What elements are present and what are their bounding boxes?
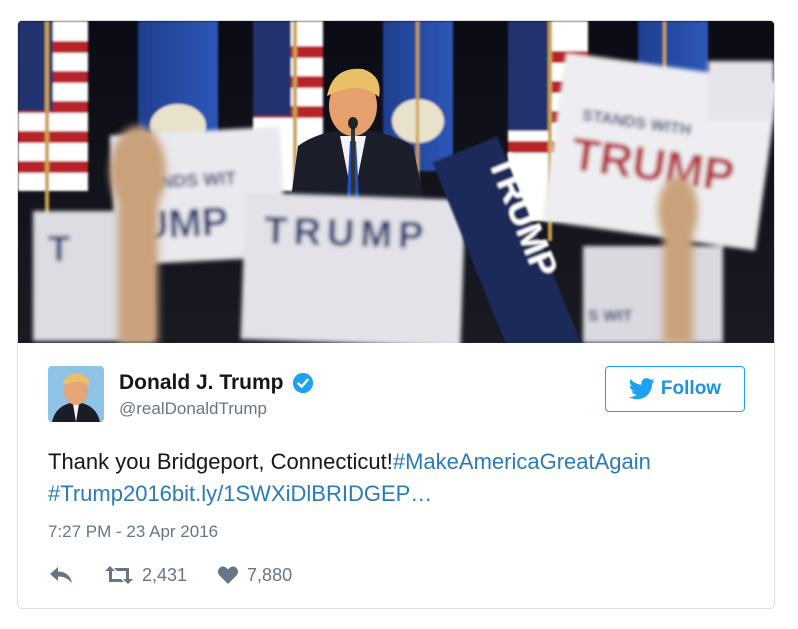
reply-button[interactable] (48, 565, 74, 585)
display-name[interactable]: Donald J. Trump (119, 370, 284, 396)
tweet-body: Thank you Bridgeport, Connecticut! (48, 449, 393, 474)
tweet-photo[interactable]: ANDS WIT UMP T TRUMP STANDS WITH TRUMP S… (18, 21, 774, 343)
retweet-icon (105, 566, 133, 584)
url-link[interactable]: bit.ly/1SWXiDlBRIDGEP… (172, 481, 432, 506)
sign-text: S WIT (588, 308, 633, 325)
reply-icon (50, 567, 72, 583)
verified-badge-icon (292, 372, 313, 394)
tweet-text: Thank you Bridgeport, Connecticut!#MakeA… (48, 446, 758, 510)
name-row: Donald J. Trump (119, 370, 314, 396)
like-count: 7,880 (247, 564, 293, 585)
user-handle[interactable]: @realDonaldTrump (119, 398, 267, 420)
timestamp[interactable]: 7:27 PM - 23 Apr 2016 (48, 521, 218, 543)
retweet-button[interactable]: 2,431 (104, 565, 187, 586)
retweet-count: 2,431 (142, 564, 188, 585)
tweet-card: ANDS WIT UMP T TRUMP STANDS WITH TRUMP S… (17, 20, 775, 609)
twitter-bird-icon (628, 378, 655, 400)
rally-photo-image: ANDS WIT UMP T TRUMP STANDS WITH TRUMP S… (18, 21, 774, 343)
follow-label: Follow (660, 378, 722, 399)
like-button[interactable]: 7,880 (217, 565, 292, 586)
tweet-actions: 2,431 7,880 (48, 563, 292, 587)
heart-icon (217, 566, 239, 584)
hashtag-link[interactable]: #Trump2016 (48, 481, 172, 506)
avatar[interactable] (48, 366, 104, 422)
hashtag-link[interactable]: #MakeAmericaGreatAgain (393, 449, 651, 474)
follow-button[interactable]: Follow (605, 366, 745, 412)
svg-text:T: T (48, 228, 70, 269)
avatar-image (48, 366, 104, 422)
svg-text:TRUMP: TRUMP (264, 210, 430, 258)
